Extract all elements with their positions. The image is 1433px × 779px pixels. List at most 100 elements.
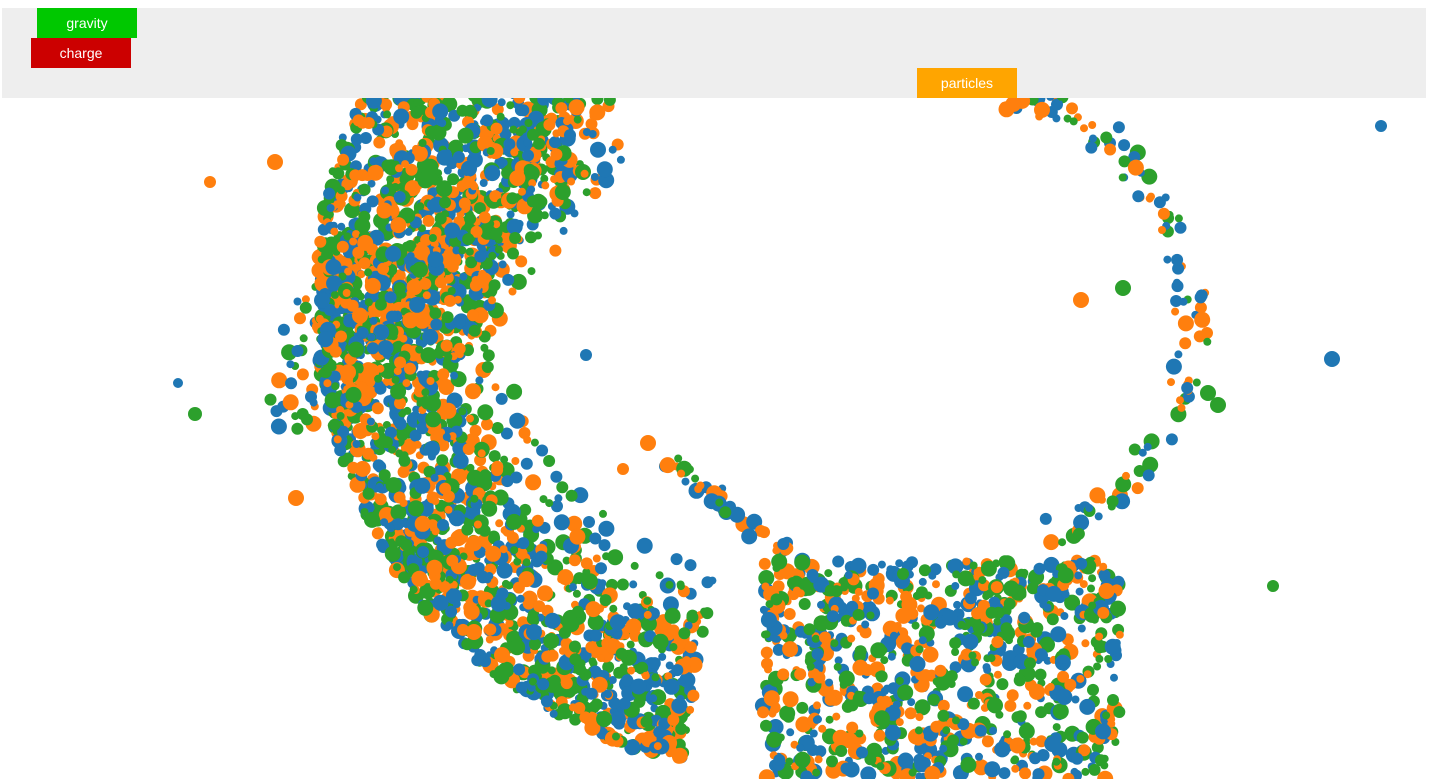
particle (1179, 297, 1188, 306)
particle (515, 681, 528, 694)
particle (348, 341, 364, 358)
particle (495, 519, 504, 528)
particle (481, 114, 494, 127)
particle (1115, 630, 1124, 639)
particle (393, 563, 401, 572)
particle (404, 362, 416, 375)
particle (386, 310, 398, 323)
particle (330, 227, 339, 236)
particle (1095, 632, 1104, 641)
particle (527, 267, 536, 276)
particle (1158, 226, 1166, 234)
particle (441, 311, 454, 324)
particle (960, 756, 977, 773)
particle (362, 117, 375, 129)
particle (557, 569, 574, 586)
charge-button[interactable]: charge (31, 38, 131, 68)
particle (1095, 723, 1111, 740)
particle (835, 745, 848, 757)
particle (422, 158, 439, 175)
particle (914, 726, 923, 735)
particle (264, 393, 277, 406)
particle (1004, 699, 1017, 712)
particle (760, 719, 772, 732)
particle (947, 680, 956, 688)
particle (1057, 567, 1074, 584)
particles-button[interactable]: particles (917, 68, 1017, 98)
particle (345, 386, 362, 403)
particle (982, 592, 991, 601)
gravity-button[interactable]: gravity (37, 8, 137, 38)
particle (832, 712, 841, 721)
particle (627, 603, 644, 620)
particle (1375, 120, 1387, 132)
particle (495, 392, 508, 405)
particle (763, 690, 780, 707)
particle (1060, 663, 1068, 672)
particle (1102, 711, 1111, 720)
particle-canvas[interactable] (0, 0, 1433, 779)
particle (402, 312, 419, 329)
particle (525, 474, 542, 491)
particle (536, 444, 549, 457)
particle (430, 473, 439, 482)
particle (462, 443, 475, 455)
particle (337, 222, 346, 231)
particle (1165, 433, 1178, 446)
particle (757, 706, 770, 719)
particle (1069, 117, 1078, 126)
particle (331, 382, 340, 391)
particle (993, 617, 1002, 626)
particle (794, 751, 811, 768)
particle (655, 571, 664, 580)
particle (953, 600, 962, 609)
particle (1098, 583, 1115, 599)
particle (640, 435, 656, 451)
particle (364, 268, 373, 277)
particle (418, 139, 427, 147)
particle (761, 582, 770, 591)
particle (1023, 701, 1032, 710)
particle (1122, 471, 1130, 480)
particle (678, 627, 691, 640)
particle (1081, 639, 1090, 648)
particle (376, 202, 393, 219)
particle (517, 537, 530, 550)
particle (1177, 403, 1186, 412)
particle (1006, 689, 1019, 702)
particle (987, 654, 996, 663)
particle (459, 272, 468, 281)
particle (1089, 487, 1106, 504)
particle (559, 626, 571, 639)
particle (453, 342, 466, 355)
particle (615, 647, 628, 660)
particle (675, 722, 688, 735)
particle (626, 640, 635, 649)
particle (390, 383, 407, 400)
particle (1110, 600, 1126, 617)
particle (957, 620, 966, 629)
control-panel (2, 8, 1426, 98)
particle (670, 553, 683, 566)
particle (416, 202, 425, 211)
particle (513, 663, 526, 676)
particle (701, 607, 714, 620)
particle (798, 704, 807, 712)
particle (998, 101, 1015, 118)
particle (580, 349, 592, 361)
particle (684, 641, 697, 654)
particle (592, 554, 601, 563)
particle (337, 153, 350, 166)
particle (480, 343, 489, 352)
particle (519, 503, 532, 516)
particle (507, 247, 519, 260)
particle (609, 604, 618, 613)
particle (772, 719, 781, 728)
particle (563, 117, 571, 126)
particle (385, 245, 402, 262)
particle (334, 444, 347, 457)
particle (701, 576, 714, 589)
particle (417, 599, 434, 616)
particle (1071, 752, 1084, 765)
particle (462, 233, 475, 246)
